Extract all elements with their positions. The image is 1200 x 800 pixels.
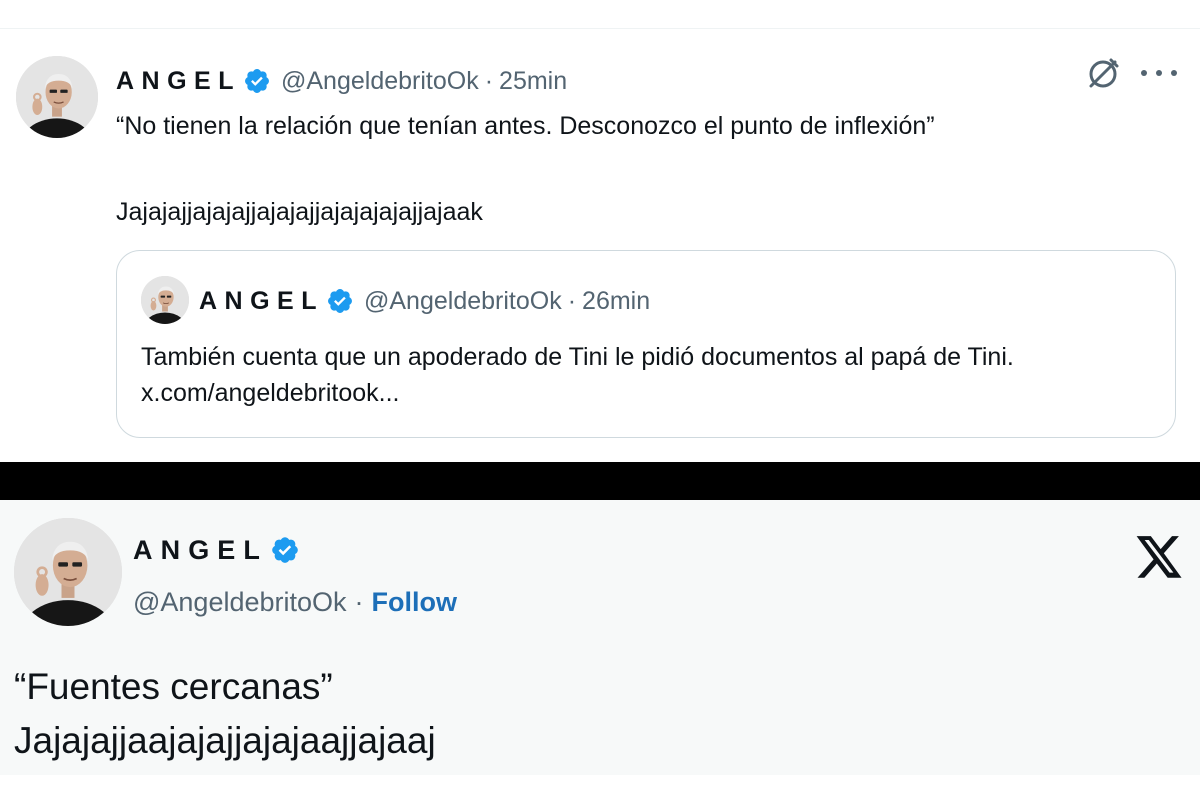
x-logo-icon[interactable]: [1134, 536, 1184, 582]
tweet-time[interactable]: 25min: [499, 67, 567, 96]
embed-name-row: ANGEL: [133, 530, 300, 570]
avatar-image: [141, 276, 189, 324]
tweet-card[interactable]: ANGEL @AngeldebritoOk · 25min “No tienen…: [0, 29, 1200, 462]
grok-icon[interactable]: [1084, 55, 1122, 93]
quoted-tweet-time[interactable]: 26min: [582, 287, 650, 316]
meta-separator: ·: [484, 66, 494, 95]
bottom-margin: [0, 775, 1200, 800]
author-name[interactable]: ANGEL: [116, 67, 241, 96]
tweet-text-laugh: Jajajajjajajajjajajajjajajajajajjajaak: [116, 198, 483, 226]
avatar[interactable]: [16, 56, 98, 138]
embed-handle-row: @AngeldebritoOk · Follow: [133, 582, 457, 622]
verified-badge-icon: [326, 287, 354, 315]
image-divider: [0, 462, 1200, 500]
quoted-tweet-text: También cuenta que un apoderado de Tini …: [141, 343, 1014, 407]
author-name[interactable]: ANGEL: [133, 535, 268, 566]
follow-button[interactable]: Follow: [372, 587, 457, 618]
embed-tweet-text: “Fuentes cercanas”: [14, 666, 333, 707]
avatar-image: [16, 56, 98, 138]
avatar[interactable]: [14, 518, 122, 626]
quoted-author-handle[interactable]: @AngeldebritoOk: [364, 287, 562, 316]
author-handle[interactable]: @AngeldebritoOk: [133, 587, 347, 618]
tweet-header: ANGEL @AngeldebritoOk · 25min: [116, 61, 567, 101]
embedded-tweet-card[interactable]: ANGEL @AngeldebritoOk · Follow “Fuentes …: [0, 500, 1200, 800]
tweet-text: “No tienen la relación que tenían antes.…: [116, 112, 935, 140]
verified-badge-icon: [270, 535, 300, 565]
author-handle[interactable]: @AngeldebritoOk: [281, 67, 479, 96]
meta-separator: ·: [567, 286, 577, 315]
quoted-author-name[interactable]: ANGEL: [199, 287, 324, 316]
embed-tweet-text-laugh: Jajajajjaajajajjajajaajjajaaj: [14, 720, 436, 761]
more-options-icon[interactable]: [1141, 63, 1177, 83]
meta-separator: ·: [354, 586, 364, 617]
quoted-avatar[interactable]: [141, 276, 189, 324]
avatar-image: [14, 518, 122, 626]
quoted-tweet-header: ANGEL @AngeldebritoOk · 26min: [199, 281, 650, 321]
verified-badge-icon: [243, 67, 271, 95]
quoted-tweet[interactable]: ANGEL @AngeldebritoOk · 26min También cu…: [116, 250, 1176, 438]
